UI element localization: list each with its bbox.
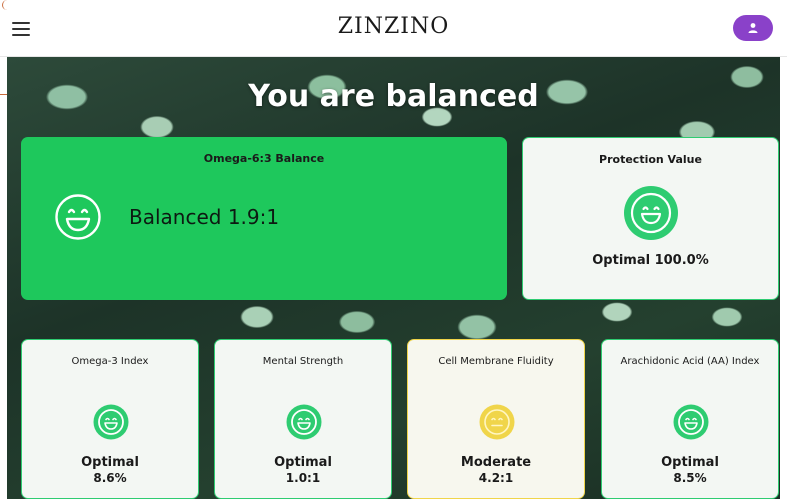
mental-strength-title: Mental Strength <box>262 356 344 367</box>
smiley-happy-icon <box>624 186 678 240</box>
smiley-happy-icon <box>286 404 322 440</box>
app-header: ZINZINO <box>0 0 787 57</box>
mental-strength-value: 1.0:1 <box>285 471 321 485</box>
decorative-arc <box>2 0 12 10</box>
smiley-neutral-icon <box>479 404 515 440</box>
omega3-index-card[interactable]: Omega-3 Index Optimal 8.6% <box>21 339 199 499</box>
protection-value-status: Optimal 100.0% <box>592 253 709 268</box>
arachidonic-acid-index-title: Arachidonic Acid (AA) Index <box>620 356 760 367</box>
hero-title: You are balanced <box>248 79 539 114</box>
protection-value-card[interactable]: Protection Value Optimal 100.0% <box>522 137 779 300</box>
omega3-index-title: Omega-3 Index <box>71 356 149 367</box>
arachidonic-acid-index-card[interactable]: Arachidonic Acid (AA) Index Optimal 8.5% <box>601 339 779 499</box>
cell-membrane-fluidity-title: Cell Membrane Fluidity <box>438 356 554 367</box>
cell-membrane-fluidity-status: Moderate <box>460 455 532 470</box>
omega-balance-card[interactable]: Omega-6:3 Balance Balanced 1.9:1 <box>21 137 507 300</box>
smiley-happy-icon <box>55 194 101 240</box>
arachidonic-acid-index-value: 8.5% <box>673 471 707 485</box>
mental-strength-status: Optimal <box>274 455 332 470</box>
cell-membrane-fluidity-card[interactable]: Cell Membrane Fluidity Moderate 4.2:1 <box>407 339 585 499</box>
smiley-happy-icon <box>673 404 709 440</box>
results-hero: You are balanced Omega-6:3 Balance Balan… <box>7 57 780 499</box>
protection-value-title: Protection Value <box>599 153 702 166</box>
omega-balance-title: Omega-6:3 Balance <box>203 152 325 165</box>
arachidonic-acid-index-status: Optimal <box>661 455 719 470</box>
omega3-index-value: 8.6% <box>93 471 127 485</box>
brand-logo: ZINZINO <box>337 14 450 39</box>
user-icon <box>748 23 758 33</box>
omega-balance-status: Balanced 1.9:1 <box>129 205 280 229</box>
cell-membrane-fluidity-value: 4.2:1 <box>478 471 514 485</box>
omega3-index-status: Optimal <box>81 455 139 470</box>
mental-strength-card[interactable]: Mental Strength Optimal 1.0:1 <box>214 339 392 499</box>
account-button[interactable] <box>733 15 773 41</box>
smiley-happy-icon <box>93 404 129 440</box>
